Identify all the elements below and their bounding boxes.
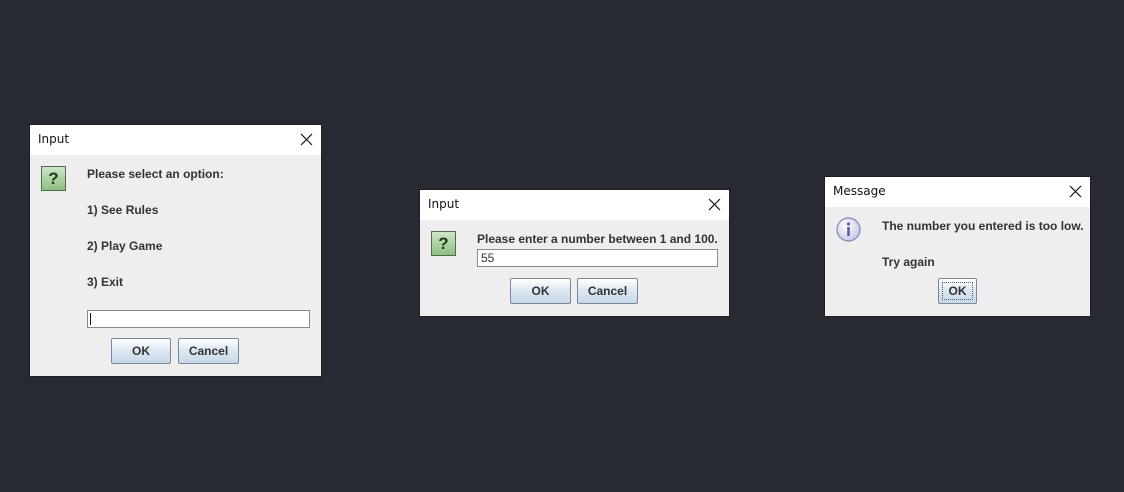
text-caret <box>90 313 91 325</box>
message-dialog-title: Message <box>833 184 886 198</box>
info-icon <box>836 217 861 242</box>
close-button[interactable] <box>1060 177 1090 207</box>
focus-ring <box>942 282 973 300</box>
cancel-button[interactable]: Cancel <box>178 338 239 364</box>
menu-option-rules: 1) See Rules <box>87 203 159 217</box>
cancel-button-label: Cancel <box>587 284 628 298</box>
message-dialog: Message The number you entered is too lo… <box>825 177 1090 316</box>
ok-button[interactable]: OK <box>111 338 171 364</box>
close-button[interactable] <box>699 190 729 220</box>
ok-button[interactable]: OK <box>938 278 977 304</box>
menu-dialog-titlebar[interactable]: Input <box>30 125 321 155</box>
question-icon: ? <box>41 166 66 191</box>
menu-option-play: 2) Play Game <box>87 239 163 253</box>
close-icon <box>300 133 313 146</box>
number-prompt: Please enter a number between 1 and 100. <box>477 232 718 246</box>
menu-option-input[interactable] <box>87 310 310 328</box>
close-icon <box>708 198 721 211</box>
menu-input-dialog: Input ? Please select an option: 1) See … <box>30 125 321 376</box>
menu-prompt: Please select an option: <box>87 167 224 181</box>
message-dialog-titlebar[interactable]: Message <box>825 177 1090 207</box>
message-line-2: Try again <box>882 255 935 269</box>
cancel-button-label: Cancel <box>188 344 229 358</box>
close-icon <box>1069 185 1082 198</box>
number-input-dialog: Input ? Please enter a number between 1 … <box>420 190 729 316</box>
message-line-1: The number you entered is too low. <box>882 219 1084 233</box>
number-input-value: 55 <box>481 251 495 265</box>
ok-button-label: OK <box>531 284 550 298</box>
menu-option-exit: 3) Exit <box>87 275 124 289</box>
close-button[interactable] <box>291 125 321 155</box>
number-dialog-titlebar[interactable]: Input <box>420 190 729 220</box>
cancel-button[interactable]: Cancel <box>577 278 638 304</box>
ok-button-label: OK <box>132 344 150 358</box>
menu-dialog-title: Input <box>38 132 70 146</box>
question-icon: ? <box>431 231 456 256</box>
ok-button[interactable]: OK <box>510 278 571 304</box>
number-dialog-title: Input <box>428 197 460 211</box>
number-input[interactable]: 55 <box>477 249 718 267</box>
